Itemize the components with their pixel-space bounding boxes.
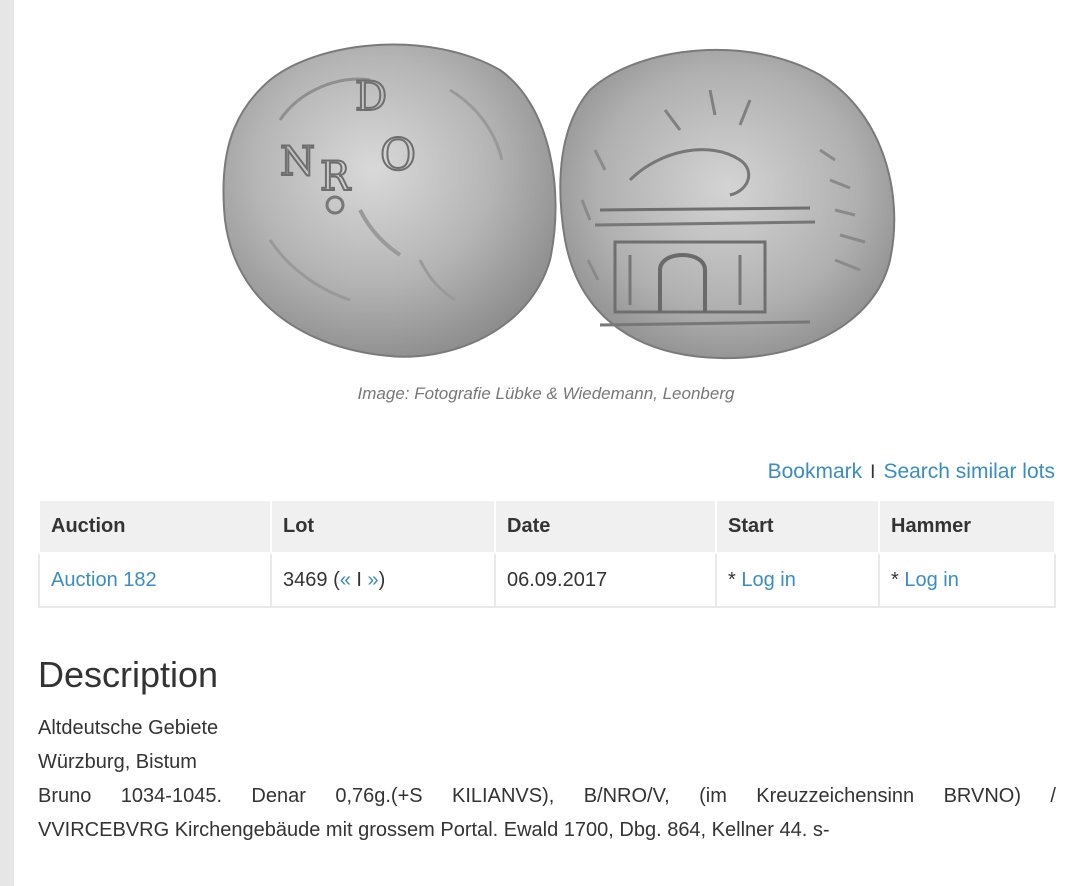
svg-text:O: O bbox=[380, 130, 416, 181]
description-text-line-2: VVIRCEBVRG Kirchengebäude mit grossem Po… bbox=[38, 819, 830, 841]
column-header-lot: Lot bbox=[270, 499, 496, 554]
svg-text:R: R bbox=[320, 154, 352, 200]
description-region: Altdeutsche Gebiete bbox=[38, 717, 219, 739]
lot-info-table: Auction Lot Date Start Hammer Auction 18… bbox=[38, 499, 1056, 608]
coin-obverse-icon: D N R O bbox=[222, 43, 557, 358]
description-subregion: Würzburg, Bistum bbox=[38, 751, 197, 773]
hammer-login-link[interactable]: Log in bbox=[904, 569, 959, 591]
column-header-start: Start bbox=[715, 499, 880, 554]
hammer-cell: * Log in bbox=[878, 552, 1056, 608]
column-header-hammer: Hammer bbox=[878, 499, 1056, 554]
lot-detail-page: D N R O Image: Fotografie Lübke & Wiedem… bbox=[14, 0, 1078, 886]
lot-actions: Bookmark I Search similar lots bbox=[768, 460, 1055, 484]
auction-link[interactable]: Auction 182 bbox=[51, 569, 157, 591]
previous-lot-link[interactable]: « bbox=[340, 569, 351, 591]
lot-nav-open: ( bbox=[333, 568, 340, 591]
lot-nav-close: ) bbox=[378, 568, 386, 591]
column-header-date: Date bbox=[494, 499, 717, 554]
table-header-row: Auction Lot Date Start Hammer bbox=[38, 499, 1056, 554]
coin-image: D N R O bbox=[222, 43, 896, 360]
svg-text:N: N bbox=[280, 139, 315, 185]
description-heading: Description bbox=[38, 654, 219, 695]
hammer-asterisk: * bbox=[891, 568, 899, 591]
lot-cell: 3469 (« I ») bbox=[270, 552, 496, 608]
svg-text:D: D bbox=[355, 74, 387, 120]
start-login-link[interactable]: Log in bbox=[741, 569, 796, 591]
bookmark-link[interactable]: Bookmark bbox=[768, 460, 863, 483]
auction-cell: Auction 182 bbox=[38, 552, 272, 608]
lot-nav-separator: I bbox=[356, 568, 362, 591]
start-cell: * Log in bbox=[715, 552, 880, 608]
next-lot-link[interactable]: » bbox=[368, 569, 379, 591]
date-cell: 06.09.2017 bbox=[494, 552, 717, 608]
table-row: Auction 182 3469 (« I ») 06.09.2017 * Lo… bbox=[38, 552, 1056, 608]
actions-separator: I bbox=[870, 462, 876, 483]
lot-number: 3469 bbox=[283, 568, 328, 591]
start-asterisk: * bbox=[728, 568, 736, 591]
description-text-line-1: Bruno 1034-1045. Denar 0,76g.(+S KILIANV… bbox=[38, 785, 1056, 807]
search-similar-lots-link[interactable]: Search similar lots bbox=[883, 460, 1055, 483]
coin-reverse-icon bbox=[559, 48, 896, 360]
column-header-auction: Auction bbox=[38, 499, 272, 554]
image-caption: Image: Fotografie Lübke & Wiedemann, Leo… bbox=[357, 384, 735, 403]
